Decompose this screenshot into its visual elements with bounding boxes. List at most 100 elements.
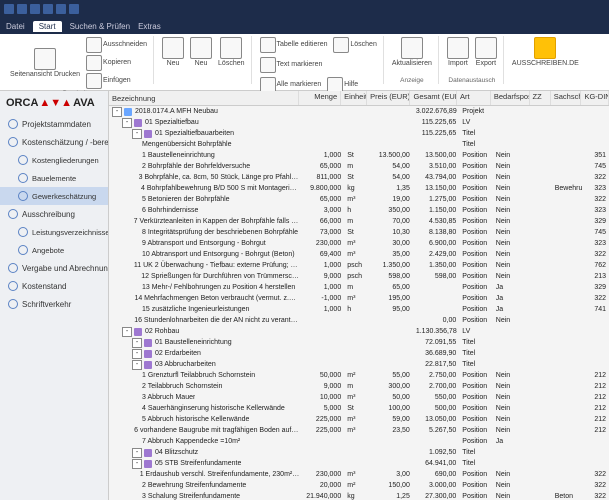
menu-suchen-pruefen[interactable]: Suchen & Prüfen	[70, 22, 130, 31]
table-row[interactable]: 9 Abtransport und Entsorgung - Bohrgut23…	[109, 238, 609, 249]
new-button-2[interactable]: Neu	[188, 36, 214, 68]
table-row[interactable]: -05 STB Streifenfundamente64.941,00Titel	[109, 458, 609, 469]
table-row[interactable]: 1 Grenzturfl Teilabbruch Schornstein50,0…	[109, 370, 609, 381]
folder-icon	[124, 108, 132, 116]
import-button[interactable]: Import	[445, 36, 471, 68]
table-row[interactable]: Mengenübersicht BohrpfähleTitel	[109, 139, 609, 150]
cell-bedarf: Ja	[493, 304, 531, 315]
tb-icon[interactable]	[56, 4, 66, 14]
table-row[interactable]: 12 Sprießungen für Durchführen von Trümm…	[109, 271, 609, 282]
table-row[interactable]: 14 Mehrfachmengen Beton verbraucht (verm…	[109, 293, 609, 304]
sidebar-icon	[18, 245, 28, 255]
col-bezeichnung[interactable]: Bezeichnung	[109, 91, 299, 105]
table-row[interactable]: 13 Mehr-/ Fehlbohrungen zu Position 4 he…	[109, 282, 609, 293]
cut-button[interactable]: Ausschneiden	[84, 36, 149, 54]
sidebar-item[interactable]: Ausschreibung	[0, 205, 108, 223]
tree-toggle[interactable]: -	[132, 129, 142, 139]
tree-toggle[interactable]: -	[122, 327, 132, 337]
table-row[interactable]: -01 Spezialtiefbauarbeiten115.225,65Tite…	[109, 128, 609, 139]
table-row[interactable]: 10 Abtransport und Entsorgung - Bohrgut …	[109, 249, 609, 260]
sidebar-item[interactable]: Vergabe und Abrechnung	[0, 259, 108, 277]
paste-icon	[86, 73, 102, 89]
export-button[interactable]: Export	[473, 36, 499, 68]
table-row[interactable]: 5 Betonieren der Bohrpfähle65,000m³19,00…	[109, 194, 609, 205]
table-row[interactable]: 5 Abbruch historische Kellerwände225,000…	[109, 414, 609, 425]
col-preis[interactable]: Preis (EUR)	[367, 91, 410, 105]
tree-toggle[interactable]: -	[132, 459, 142, 469]
table-body[interactable]: -2018.0174.A MFH Neubau3.022.676,89Proje…	[109, 106, 609, 500]
col-kg-din[interactable]: KG-DIN	[581, 91, 609, 105]
table-row[interactable]: 3 Bohrpfähle, ca. 8cm, 50 Stück, Länge p…	[109, 172, 609, 183]
tb-icon[interactable]	[17, 4, 27, 14]
table-row[interactable]: -03 Abbrucharbeiten22.817,50Titel	[109, 359, 609, 370]
table-row[interactable]: 7 Verkürzteanleiten in Kappen der Bohrpf…	[109, 216, 609, 227]
tb-icon[interactable]	[30, 4, 40, 14]
col-menge[interactable]: Menge	[299, 91, 341, 105]
tb-icon[interactable]	[4, 4, 14, 14]
tree-toggle[interactable]: -	[132, 448, 142, 458]
table-row[interactable]: 3 Schalung Streifenfundamente21.940,000k…	[109, 491, 609, 500]
menu-datei[interactable]: Datei	[6, 22, 25, 31]
refresh-button[interactable]: Aktualisieren	[390, 36, 434, 68]
table-row[interactable]: 8 Integritätsprüfung der beschriebenen B…	[109, 227, 609, 238]
table-row[interactable]: -02 Erdarbeiten36.689,90Titel	[109, 348, 609, 359]
col-gesamt[interactable]: Gesamt (EUR)	[410, 91, 457, 105]
sidebar-item[interactable]: Kostenstand	[0, 277, 108, 295]
table-row[interactable]: 15 zusätzliche Ingenieurleistungen1,000h…	[109, 304, 609, 315]
tree-toggle[interactable]: -	[132, 360, 142, 370]
sidebar-item[interactable]: Kostengliederungen	[0, 151, 108, 169]
table-row[interactable]: 6 vorhandene Baugrube mit tragfähigen Bo…	[109, 425, 609, 436]
cell-menge: 225,000	[303, 425, 345, 436]
ausschreiben-button[interactable]: AUSSCHREIBEN.DE	[510, 36, 581, 68]
table-row[interactable]: 7 Abbruch Kappendecke =10m²PositionJa	[109, 436, 609, 447]
copy-button[interactable]: Kopieren	[84, 54, 149, 72]
table-row[interactable]: -01 Baustelleneinrichtung72.091,55Titel	[109, 337, 609, 348]
col-zz[interactable]: ZZ	[530, 91, 551, 105]
cell-kg	[582, 436, 609, 447]
col-bedarf[interactable]: Bedarfsposition	[491, 91, 530, 105]
row-label: 1 Baustelleneinrichtung	[142, 150, 215, 161]
mark-text-button[interactable]: Text markieren	[258, 56, 325, 74]
sidebar-item[interactable]: Bauelemente	[0, 169, 108, 187]
print-preview-button[interactable]: Seitenansicht Drucken	[8, 47, 82, 79]
cell-einheit	[344, 348, 369, 359]
table-row[interactable]: 3 Abbruch Mauer10,000m³50,00550,00Positi…	[109, 392, 609, 403]
table-row[interactable]: -01 Spezialtiefbau115.225,65LV	[109, 117, 609, 128]
delete-button[interactable]: Löschen	[216, 36, 246, 68]
tb-icon[interactable]	[43, 4, 53, 14]
table-row[interactable]: 16 Stundenlohnarbeiten die der AN nicht …	[109, 315, 609, 326]
col-einheit[interactable]: Einheit	[341, 91, 367, 105]
sidebar-item[interactable]: Gewerkeschätzung	[0, 187, 108, 205]
table-row[interactable]: 2 Bewehrung Streifenfundamente20,000m²15…	[109, 480, 609, 491]
tree-toggle[interactable]: -	[112, 107, 122, 117]
tree-toggle[interactable]: -	[132, 338, 142, 348]
menu-extras[interactable]: Extras	[138, 22, 161, 31]
new-button[interactable]: Neu	[160, 36, 186, 68]
sidebar-item[interactable]: Schriftverkehr	[0, 295, 108, 313]
menu-start[interactable]: Start	[33, 21, 62, 32]
table-row[interactable]: -02 Rohbau1.130.356,78LV	[109, 326, 609, 337]
edit-table-button[interactable]: Tabelle editieren Löschen	[258, 36, 379, 54]
paste-button[interactable]: Einfügen	[84, 72, 149, 90]
tb-icon[interactable]	[69, 4, 79, 14]
sidebar-item[interactable]: Leistungsverzeichnisse	[0, 223, 108, 241]
table-row[interactable]: 2 Bohrpfähle der Bohrfeldversuche65,000m…	[109, 161, 609, 172]
table-row[interactable]: 11 UK 2 Überwachung - Tiefbau: externe P…	[109, 260, 609, 271]
col-sachschluessel[interactable]: Sachschlüssel	[551, 91, 582, 105]
sidebar-item[interactable]: Projektstammdaten	[0, 115, 108, 133]
table-row[interactable]: 6 Bohrhindernisse3,000h350,001.150,00Pos…	[109, 205, 609, 216]
tree-toggle[interactable]: -	[132, 349, 142, 359]
table-row[interactable]: 2 Teilabbruch Schornstein9,000m300,002.7…	[109, 381, 609, 392]
table-row[interactable]: 1 Baustelleneinrichtung1,000St13.500,001…	[109, 150, 609, 161]
cell-preis: 1.350,00	[370, 260, 413, 271]
sidebar-item[interactable]: Kostenschätzung / -berechnung	[0, 133, 108, 151]
table-row[interactable]: -2018.0174.A MFH Neubau3.022.676,89Proje…	[109, 106, 609, 117]
tree-toggle[interactable]: -	[122, 118, 132, 128]
table-row[interactable]: 4 Sauerhänginserung historische Kellerwä…	[109, 403, 609, 414]
table-row[interactable]: 1 Erdaushub verschl. Streifenfundamente,…	[109, 469, 609, 480]
sidebar-item[interactable]: Angebote	[0, 241, 108, 259]
cell-bedarf: Nein	[493, 260, 531, 271]
table-row[interactable]: 4 Bohrpfahlbewehrung B/D 500 S mit Monta…	[109, 183, 609, 194]
table-row[interactable]: -04 Blitzschutz1.092,50Titel	[109, 447, 609, 458]
col-art[interactable]: Art	[457, 91, 491, 105]
